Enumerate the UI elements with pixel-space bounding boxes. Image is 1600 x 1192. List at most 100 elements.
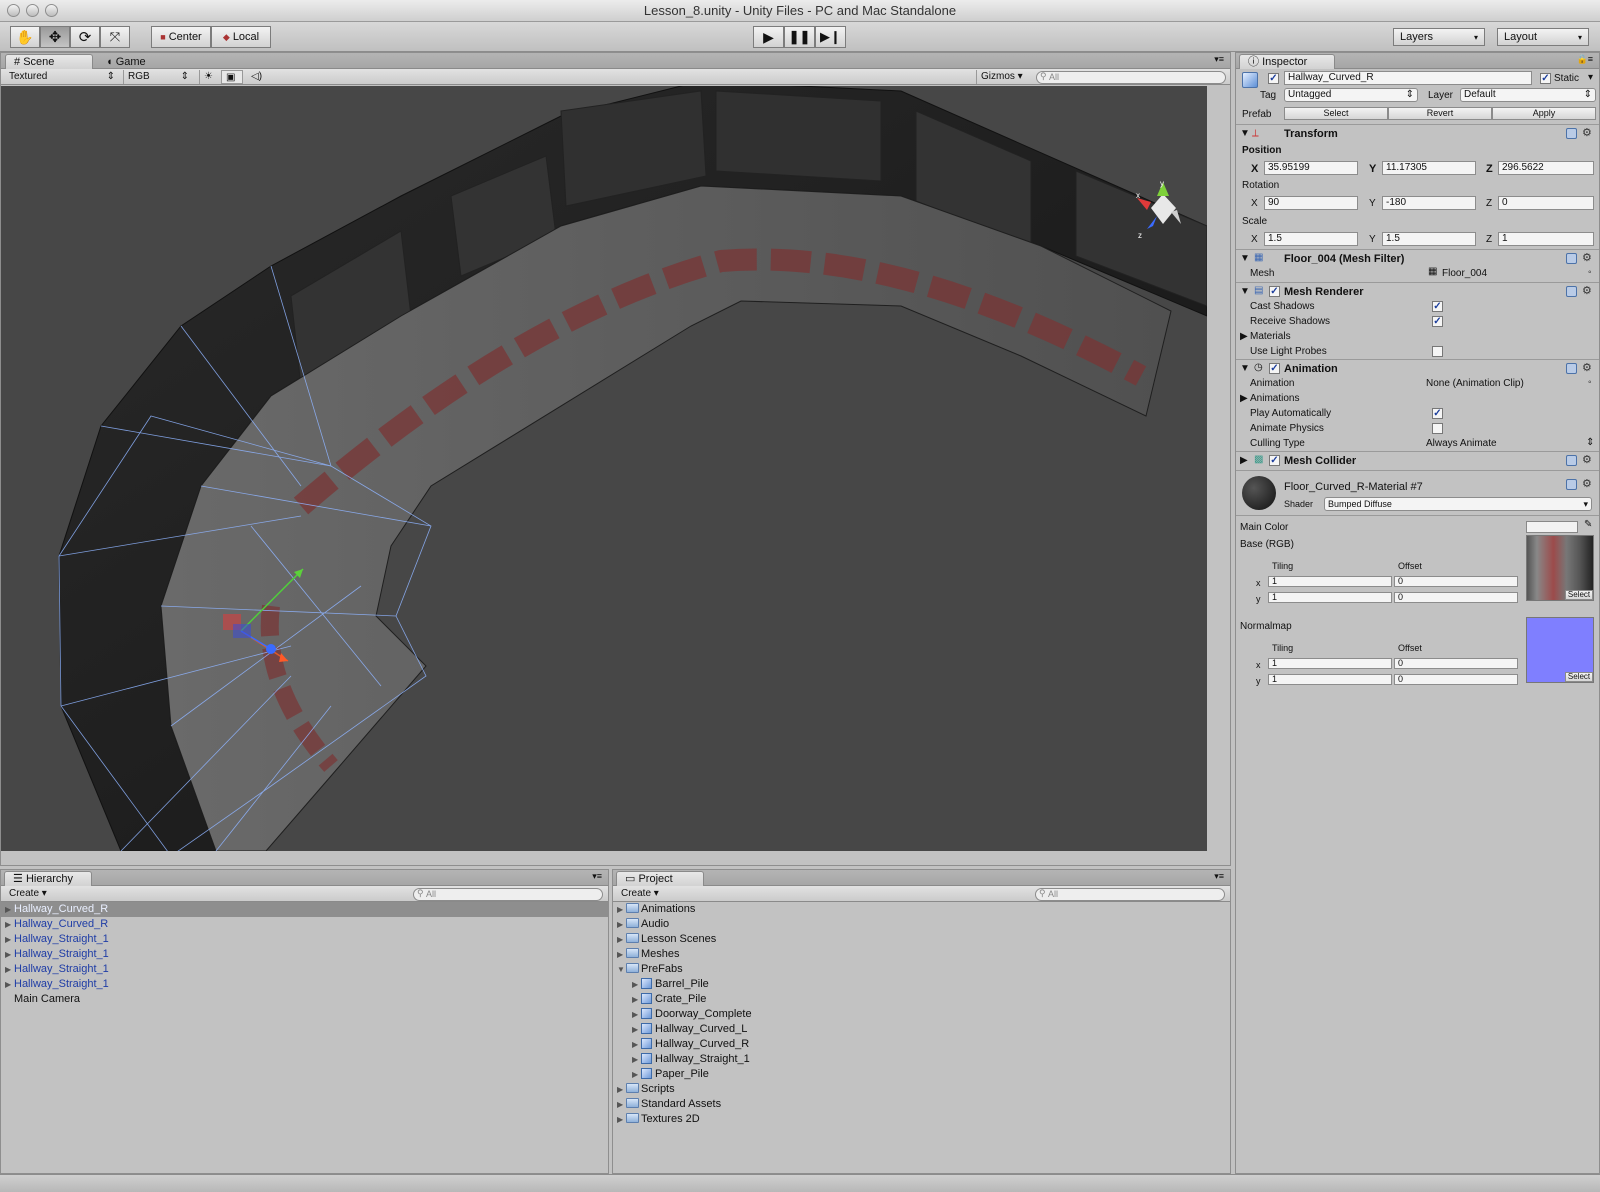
light-probes-checkbox[interactable] xyxy=(1432,346,1443,357)
normal-offset-x-field[interactable]: 0 xyxy=(1394,658,1518,669)
expand-arrow-icon[interactable]: ▶ xyxy=(5,962,14,977)
scale-tool-button[interactable]: ⤧ xyxy=(100,26,130,48)
rotation-z-field[interactable]: 0 xyxy=(1498,196,1594,210)
hierarchy-item[interactable]: ▶ Hallway_Curved_R xyxy=(1,902,608,917)
scale-z-field[interactable]: 1 xyxy=(1498,232,1594,246)
foldout-arrow-icon[interactable]: ▶ xyxy=(1240,393,1248,404)
scene-lighting-toggle[interactable]: ☀ xyxy=(199,70,219,84)
scene-audio-toggle[interactable]: ◁) xyxy=(247,70,269,84)
hierarchy-item[interactable]: ▶ Hallway_Straight_1 xyxy=(1,977,608,992)
gear-icon[interactable]: ⚙ xyxy=(1582,284,1592,297)
collapse-arrow-icon[interactable]: ▼ xyxy=(617,962,626,977)
project-create-dropdown[interactable]: Create ▾ xyxy=(617,887,663,901)
main-color-swatch[interactable] xyxy=(1526,521,1578,533)
normal-tiling-x-field[interactable]: 1 xyxy=(1268,658,1392,669)
render-mode-dropdown[interactable]: Textured ⇕ xyxy=(5,70,117,84)
object-picker-icon[interactable]: ◦ xyxy=(1588,377,1592,388)
foldout-arrow-icon[interactable]: ▼ xyxy=(1240,253,1250,264)
expand-arrow-icon[interactable]: ▶ xyxy=(5,977,14,992)
prefab-item[interactable]: ▶ Hallway_Curved_L xyxy=(613,1022,1230,1037)
culling-type-dropdown[interactable]: Always Animate xyxy=(1426,438,1497,449)
static-dropdown-icon[interactable]: ▾ xyxy=(1588,72,1593,83)
mesh-renderer-enabled-checkbox[interactable]: ✓ xyxy=(1269,286,1280,297)
hierarchy-item[interactable]: ▶ Hallway_Straight_1 xyxy=(1,962,608,977)
hierarchy-item[interactable]: ▶ Hallway_Curved_R xyxy=(1,917,608,932)
hierarchy-item[interactable]: Main Camera xyxy=(1,992,608,1007)
position-z-field[interactable]: 296.5622 xyxy=(1498,161,1594,175)
animation-enabled-checkbox[interactable]: ✓ xyxy=(1269,363,1280,374)
step-button[interactable]: ▶❙ xyxy=(815,26,846,48)
expand-arrow-icon[interactable]: ▶ xyxy=(5,902,14,917)
eyedropper-icon[interactable]: ✎ xyxy=(1584,519,1592,530)
expand-arrow-icon[interactable]: ▶ xyxy=(617,1112,626,1127)
help-book-icon[interactable] xyxy=(1566,479,1577,490)
help-book-icon[interactable] xyxy=(1566,253,1577,264)
shader-dropdown[interactable]: Bumped Diffuse ▾ xyxy=(1324,497,1592,511)
expand-arrow-icon[interactable]: ▶ xyxy=(632,1007,641,1022)
hierarchy-item[interactable]: ▶ Hallway_Straight_1 xyxy=(1,947,608,962)
expand-arrow-icon[interactable]: ▶ xyxy=(632,977,641,992)
rotate-tool-button[interactable]: ⟳ xyxy=(70,26,100,48)
active-checkbox[interactable]: ✓ xyxy=(1268,73,1279,84)
prefab-select-button[interactable]: Select xyxy=(1284,107,1388,120)
expand-arrow-icon[interactable]: ▶ xyxy=(632,1052,641,1067)
animate-physics-checkbox[interactable] xyxy=(1432,423,1443,434)
receive-shadows-checkbox[interactable]: ✓ xyxy=(1432,316,1443,327)
updown-arrow-icon[interactable]: ⇕ xyxy=(1586,437,1594,448)
tag-dropdown[interactable]: Untagged ⇕ xyxy=(1284,88,1418,102)
layout-dropdown[interactable]: Layout ▾ xyxy=(1497,28,1589,46)
play-automatically-checkbox[interactable]: ✓ xyxy=(1432,408,1443,419)
expand-arrow-icon[interactable]: ▶ xyxy=(5,917,14,932)
pivot-center-button[interactable]: ■ Center xyxy=(151,26,211,48)
normalmap-select-button[interactable]: Select xyxy=(1565,672,1593,682)
hierarchy-create-dropdown[interactable]: Create ▾ xyxy=(5,887,51,901)
expand-arrow-icon[interactable]: ▶ xyxy=(617,917,626,932)
scene-overlay-toggle[interactable]: ▣ xyxy=(221,70,243,84)
prefab-item[interactable]: ▶ Barrel_Pile xyxy=(613,977,1230,992)
gear-icon[interactable]: ⚙ xyxy=(1582,477,1592,490)
expand-arrow-icon[interactable]: ▶ xyxy=(617,947,626,962)
gear-icon[interactable]: ⚙ xyxy=(1582,126,1592,139)
base-tiling-x-field[interactable]: 1 xyxy=(1268,576,1392,587)
project-folder[interactable]: ▶ Textures 2D xyxy=(613,1112,1230,1127)
prefab-revert-button[interactable]: Revert xyxy=(1388,107,1492,120)
close-window-icon[interactable] xyxy=(7,4,20,17)
foldout-arrow-icon[interactable]: ▼ xyxy=(1240,128,1250,139)
project-folder[interactable]: ▼ PreFabs xyxy=(613,962,1230,977)
tab-hierarchy[interactable]: ☰ Hierarchy xyxy=(4,871,92,886)
project-folder[interactable]: ▶ Animations xyxy=(613,902,1230,917)
scale-y-field[interactable]: 1.5 xyxy=(1382,232,1476,246)
project-search-input[interactable]: ⚲ All xyxy=(1035,888,1225,901)
project-folder[interactable]: ▶ Meshes xyxy=(613,947,1230,962)
pivot-local-button[interactable]: ◆ Local xyxy=(211,26,271,48)
pause-button[interactable]: ❚❚ xyxy=(784,26,815,48)
base-texture-select-button[interactable]: Select xyxy=(1565,590,1593,600)
layer-dropdown[interactable]: Default ⇕ xyxy=(1460,88,1596,102)
lock-icon[interactable]: 🔒≡ xyxy=(1577,54,1593,65)
base-texture-thumbnail[interactable]: Select xyxy=(1526,535,1594,601)
gear-icon[interactable]: ⚙ xyxy=(1582,361,1592,374)
expand-arrow-icon[interactable]: ▶ xyxy=(5,932,14,947)
foldout-arrow-icon[interactable]: ▼ xyxy=(1240,286,1250,297)
gear-icon[interactable]: ⚙ xyxy=(1582,453,1592,466)
object-name-field[interactable]: Hallway_Curved_R xyxy=(1284,71,1532,85)
layers-dropdown[interactable]: Layers ▾ xyxy=(1393,28,1485,46)
tab-inspector[interactable]: ⓘ Inspector xyxy=(1239,54,1335,69)
project-folder[interactable]: ▶ Standard Assets xyxy=(613,1097,1230,1112)
project-folder[interactable]: ▶ Scripts xyxy=(613,1082,1230,1097)
position-y-field[interactable]: 11.17305 xyxy=(1382,161,1476,175)
prefab-item[interactable]: ▶ Paper_Pile xyxy=(613,1067,1230,1082)
panel-menu-icon[interactable]: ▾≡ xyxy=(592,871,602,882)
gear-icon[interactable]: ⚙ xyxy=(1582,251,1592,264)
mesh-collider-enabled-checkbox[interactable]: ✓ xyxy=(1269,455,1280,466)
prefab-apply-button[interactable]: Apply xyxy=(1492,107,1596,120)
help-book-icon[interactable] xyxy=(1566,128,1577,139)
foldout-arrow-icon[interactable]: ▼ xyxy=(1240,363,1250,374)
tab-game[interactable]: ◖ Game xyxy=(97,54,167,69)
play-button[interactable]: ▶ xyxy=(753,26,784,48)
tab-project[interactable]: ▭ Project xyxy=(616,871,704,886)
hierarchy-item[interactable]: ▶ Hallway_Straight_1 xyxy=(1,932,608,947)
scale-x-field[interactable]: 1.5 xyxy=(1264,232,1358,246)
tab-scene[interactable]: # Scene xyxy=(5,54,93,69)
gizmos-dropdown[interactable]: Gizmos ▾ xyxy=(976,70,1026,84)
